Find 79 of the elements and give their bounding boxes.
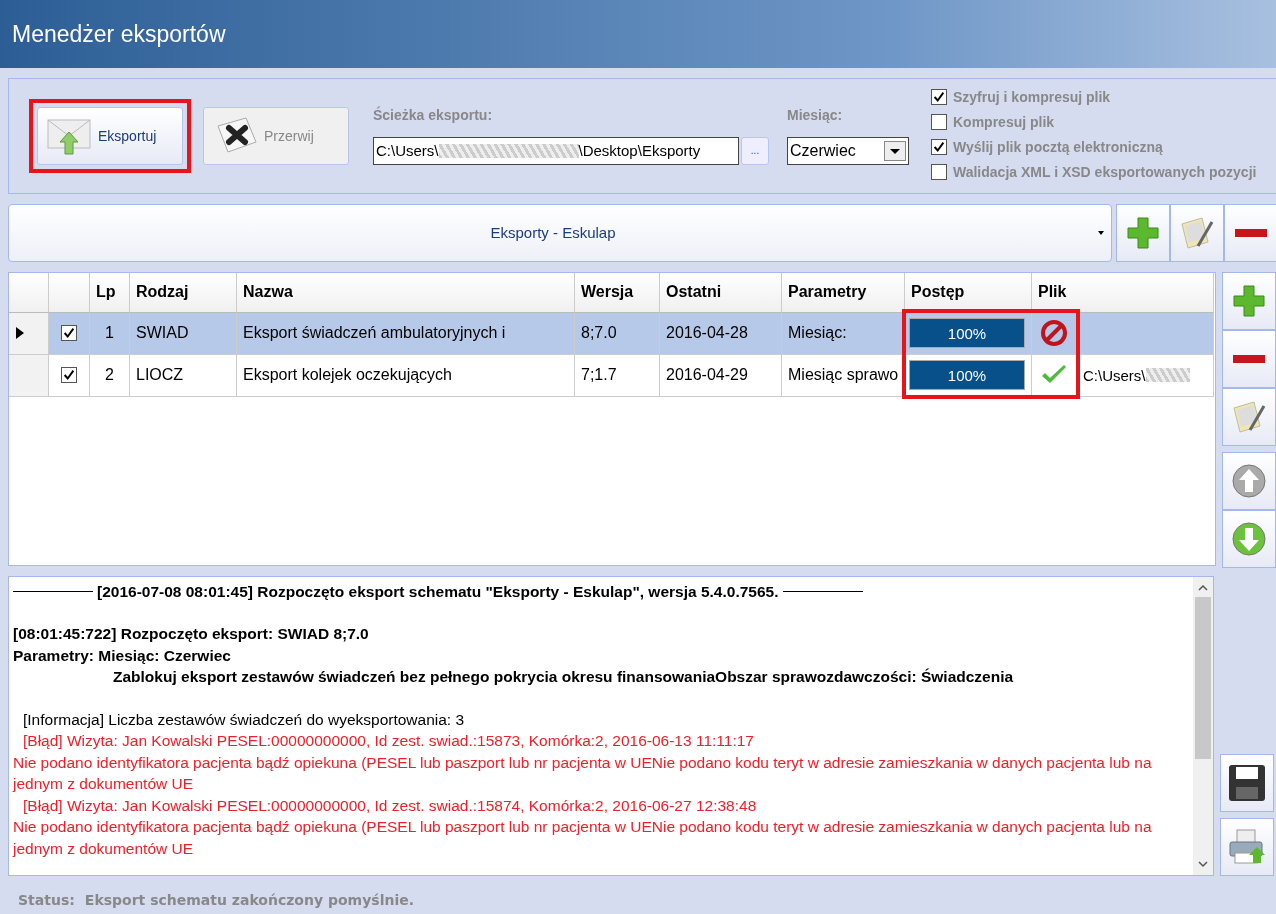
scheme-dropdown[interactable]: Eksporty - Eskulap: [8, 203, 1112, 262]
option-label: Walidacja XML i XSD eksportowanych pozycji: [953, 164, 1257, 180]
log-header: [2016-07-08 08:01:45] Rozpoczęto eksport schematu "Eksporty - Eskulap", wersja 5.4.0.7565.: [97, 581, 779, 602]
table-cell: SWIAD: [130, 312, 237, 355]
blurred-text: [1145, 368, 1190, 383]
log-line: Nie podano identyfikatora pacjenta bądź opiekuna (PESEL lub paszport lub nr pacjenta w UENie podano kodu teryt w adresie zamieszkania w danych pacjenta lub na jednym z dokumentów UE: [13, 818, 1152, 857]
log-line: [Błąd] Wizyta: Jan Kowalski PESEL:00000000000, Id zest. swiad.:15874, Komórka:2, 2016-06-27 12:38:48: [23, 796, 757, 814]
plus-icon: [1126, 215, 1160, 250]
log-line: [Błąd] Wizyta: Jan Kowalski PESEL:00000000000, Id zest. swiad.:15873, Komórka:2, 2016-06-13 11:11:17: [23, 732, 754, 750]
table-row[interactable]: 1 SWIAD Eksport świadczeń ambulatoryjnych i 8;7.0 2016-04-28 Miesiąc: 100%: [9, 312, 1215, 355]
table-cell: Miesiąc sprawo: [782, 354, 905, 397]
checkbox[interactable]: [931, 89, 947, 105]
month-dropdown[interactable]: Czerwiec: [787, 136, 909, 165]
browse-button[interactable]: ...: [741, 136, 769, 165]
table-cell: 2016-04-28: [660, 312, 782, 355]
option-label: Szyfruj i kompresuj plik: [953, 89, 1111, 105]
table-cell: 8;7.0: [575, 312, 660, 355]
log-line: Parametry: Miesiąc: Czerwiec: [13, 646, 231, 664]
column-header[interactable]: Plik: [1032, 272, 1214, 313]
column-header: [9, 272, 49, 313]
minus-icon: [1232, 353, 1266, 364]
minus-icon: [1234, 227, 1268, 238]
window-title: Menedżer eksportów: [12, 20, 226, 48]
edit-button[interactable]: [1222, 387, 1276, 446]
move-down-button[interactable]: [1222, 509, 1276, 568]
scroll-up-icon: [1197, 582, 1209, 593]
export-button[interactable]: Eksportuj: [37, 106, 183, 165]
column-header[interactable]: Rodzaj: [130, 272, 237, 313]
table-cell: 1: [90, 312, 130, 355]
option-label: Wyślij plik pocztą elektroniczną: [953, 139, 1163, 155]
table-cell: Eksport kolejek oczekujących: [237, 354, 575, 397]
log-line: Nie podano identyfikatora pacjenta bądź opiekuna (PESEL lub paszport lub nr pacjenta w UENie podano kodu teryt w adresie zamieszkania w danych pacjenta lub na jednym z dokumentów UE: [13, 753, 1152, 793]
column-header[interactable]: Ostatni: [660, 272, 782, 313]
plus-icon: [1232, 283, 1266, 318]
scrollbar[interactable]: [1193, 576, 1213, 875]
column-header[interactable]: Lp: [90, 272, 130, 313]
checkbox[interactable]: [931, 114, 947, 130]
remove-button[interactable]: [1222, 329, 1276, 388]
table-row[interactable]: 2 LIOCZ Eksport kolejek oczekujących 7;1.7 2016-04-29 Miesiąc sprawo 100% C:\Users\: [9, 354, 1215, 397]
table-cell: LIOCZ: [130, 354, 237, 397]
document-pen-icon: [1178, 215, 1216, 250]
path-field[interactable]: C:\Users\ \Desktop\Eksporty: [373, 136, 739, 165]
progress-text: 100%: [947, 324, 987, 342]
add-button[interactable]: [1222, 271, 1276, 330]
row-header[interactable]: [9, 312, 49, 355]
document-pen-icon: [1230, 399, 1268, 434]
print-button[interactable]: [1220, 817, 1274, 876]
status-text: Eksport schematu zakończony pomyślnie.: [84, 891, 415, 908]
edit-button[interactable]: [1170, 203, 1224, 262]
save-button[interactable]: [1220, 753, 1274, 812]
printer-icon: [1227, 826, 1267, 867]
path-label: Ścieżka eksportu:: [373, 106, 494, 123]
caret-icon: [1097, 229, 1105, 236]
table-cell: C:\Users\: [1083, 366, 1146, 384]
column-header: [49, 272, 90, 313]
checkbox[interactable]: [931, 164, 947, 180]
log-line: [08:01:45:722] Rozpoczęto eksport: SWIAD 8;7.0: [13, 625, 369, 643]
progress-text: 100%: [947, 366, 987, 384]
add-button[interactable]: [1116, 203, 1170, 262]
checkbox[interactable]: [931, 139, 947, 155]
option-label: Kompresuj plik: [953, 114, 1055, 130]
table-cell: 2: [90, 354, 130, 397]
column-header[interactable]: Nazwa: [237, 272, 575, 313]
remove-button[interactable]: [1224, 203, 1276, 262]
checkbox[interactable]: [61, 325, 77, 342]
table-cell: 2016-04-29: [660, 354, 782, 397]
table-cell: Miesiąc:: [782, 312, 905, 355]
month-label: Miesiąc:: [787, 106, 844, 123]
move-up-button[interactable]: [1222, 451, 1276, 510]
log-line: [Informacja] Liczba zestawów świadczeń do wyeksportowania: 3: [23, 710, 465, 728]
table-cell: Eksport świadczeń ambulatoryjnych i: [237, 312, 575, 355]
log-line: Zablokuj eksport zestawów świadczeń bez pełnego pokrycia okresu finansowaniaObszar sprawozdawczości: Świadczenia: [113, 668, 1014, 686]
scroll-down-icon: [1197, 858, 1209, 869]
status-label: Status:: [18, 891, 75, 908]
column-header[interactable]: Wersja: [575, 272, 660, 313]
table-cell: 7;1.7: [575, 354, 660, 397]
row-pointer-icon: [15, 326, 25, 341]
checkbox[interactable]: [61, 367, 77, 384]
column-header[interactable]: Parametry: [782, 272, 905, 313]
